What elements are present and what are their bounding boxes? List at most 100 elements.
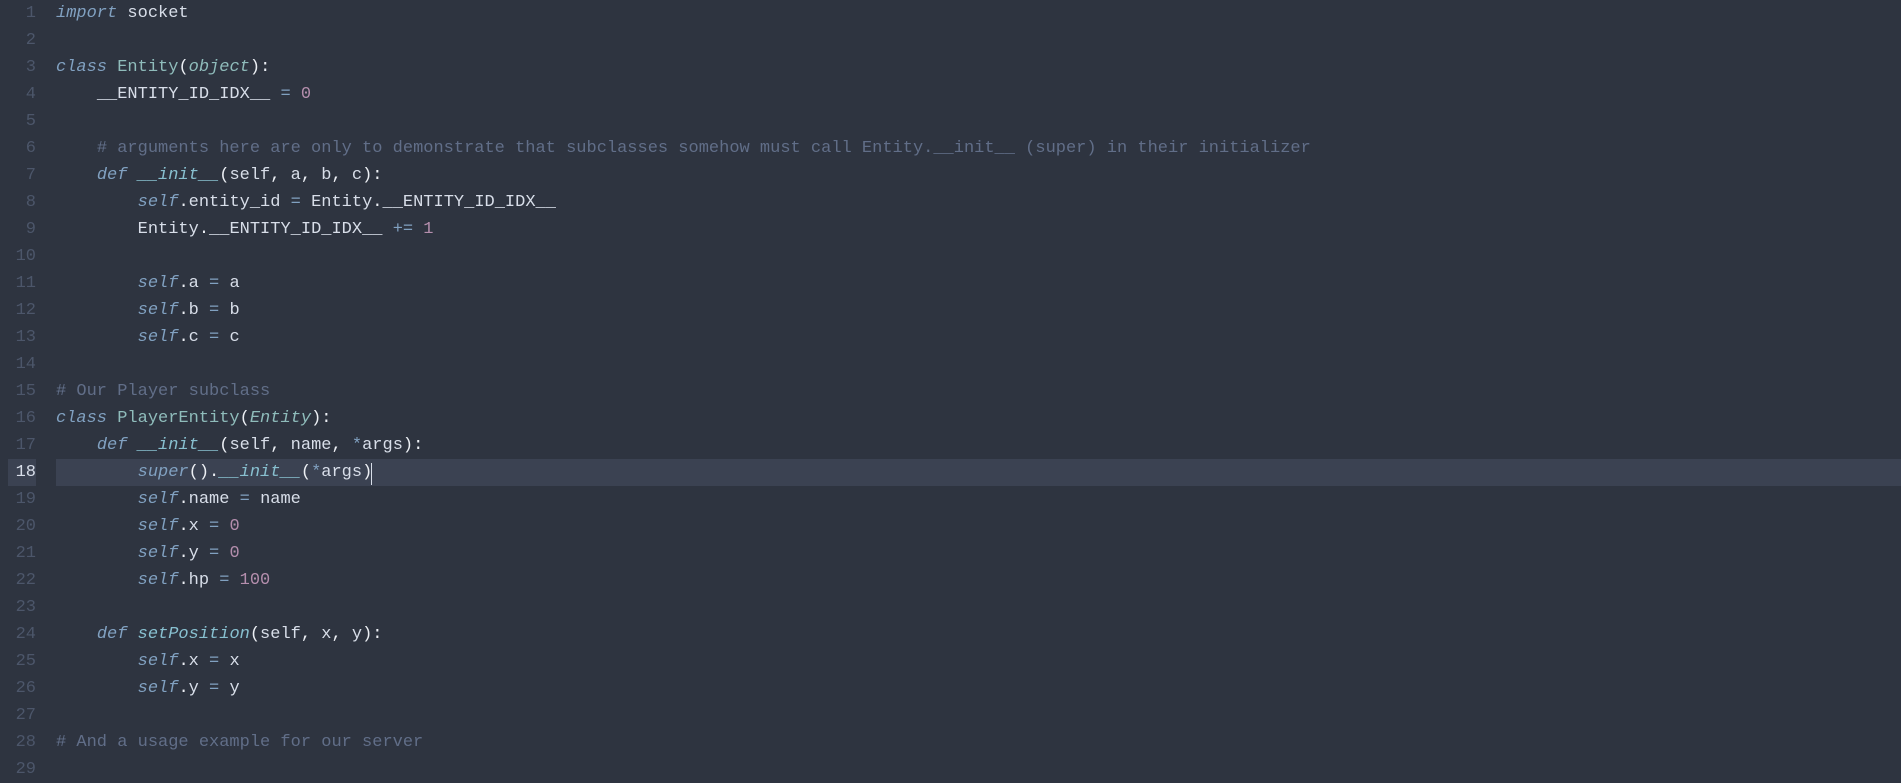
code-token: 0 xyxy=(229,517,239,536)
code-token: socket xyxy=(127,4,188,23)
code-token xyxy=(199,274,209,293)
code-line[interactable]: # Our Player subclass xyxy=(56,378,1901,405)
code-line[interactable] xyxy=(56,702,1901,729)
code-line[interactable]: self.c = c xyxy=(56,324,1901,351)
code-line[interactable]: self.name = name xyxy=(56,486,1901,513)
code-token xyxy=(342,436,352,455)
code-line[interactable]: def __init__(self, a, b, c): xyxy=(56,162,1901,189)
text-cursor xyxy=(371,463,372,485)
code-token: __ENTITY_ID_IDX__ xyxy=(97,85,270,104)
code-line[interactable]: Entity.__ENTITY_ID_IDX__ += 1 xyxy=(56,216,1901,243)
code-token xyxy=(219,328,229,347)
code-line[interactable]: # arguments here are only to demonstrate… xyxy=(56,135,1901,162)
code-token: ( xyxy=(240,409,250,428)
code-token: y xyxy=(352,625,362,644)
code-line[interactable] xyxy=(56,594,1901,621)
line-number: 24 xyxy=(8,621,36,648)
code-line[interactable]: self.a = a xyxy=(56,270,1901,297)
code-token: ( xyxy=(301,463,311,482)
code-token xyxy=(56,652,138,671)
code-token xyxy=(270,85,280,104)
code-line[interactable]: def setPosition(self, x, y): xyxy=(56,621,1901,648)
code-line[interactable]: class PlayerEntity(Entity): xyxy=(56,405,1901,432)
code-token: , xyxy=(331,166,341,185)
code-token xyxy=(199,679,209,698)
code-line[interactable]: __ENTITY_ID_IDX__ = 0 xyxy=(56,81,1901,108)
code-token: self xyxy=(229,436,270,455)
code-token: . xyxy=(178,328,188,347)
code-line[interactable] xyxy=(56,351,1901,378)
code-line[interactable]: class Entity(object): xyxy=(56,54,1901,81)
line-number: 12 xyxy=(8,297,36,324)
code-token: x xyxy=(229,652,239,671)
code-token: Entity xyxy=(117,58,178,77)
code-token xyxy=(56,85,97,104)
code-token xyxy=(56,436,97,455)
line-number: 3 xyxy=(8,54,36,81)
code-line[interactable] xyxy=(56,108,1901,135)
code-token: = xyxy=(209,517,219,536)
code-token: ( xyxy=(219,436,229,455)
code-token xyxy=(127,436,137,455)
code-token: b xyxy=(189,301,199,320)
line-number: 26 xyxy=(8,675,36,702)
code-token: def xyxy=(97,436,128,455)
code-token: , xyxy=(301,625,311,644)
code-token: c xyxy=(189,328,199,347)
code-area[interactable]: import socket class Entity(object): __ENT… xyxy=(48,0,1901,776)
line-number: 25 xyxy=(8,648,36,675)
line-number: 29 xyxy=(8,756,36,783)
code-line[interactable]: self.hp = 100 xyxy=(56,567,1901,594)
code-token: # And a usage example for our server xyxy=(56,733,423,752)
code-line[interactable]: import socket xyxy=(56,0,1901,27)
code-line[interactable]: # And a usage example for our server xyxy=(56,729,1901,756)
code-token: a xyxy=(229,274,239,293)
code-token xyxy=(291,85,301,104)
code-line[interactable]: self.y = y xyxy=(56,675,1901,702)
code-token: hp xyxy=(189,571,209,590)
code-token: __init__ xyxy=(138,166,220,185)
code-token xyxy=(342,625,352,644)
code-line[interactable] xyxy=(56,243,1901,270)
line-number: 5 xyxy=(8,108,36,135)
code-token xyxy=(56,625,97,644)
line-number: 1 xyxy=(8,0,36,27)
code-token: ) xyxy=(362,625,372,644)
code-token: = xyxy=(209,544,219,563)
code-token: b xyxy=(229,301,239,320)
code-token xyxy=(342,166,352,185)
code-token: = xyxy=(291,193,301,212)
code-line[interactable]: self.x = 0 xyxy=(56,513,1901,540)
code-token: Entity xyxy=(250,409,311,428)
line-number: 14 xyxy=(8,351,36,378)
code-token xyxy=(219,301,229,320)
line-number: 23 xyxy=(8,594,36,621)
code-token: self xyxy=(138,301,179,320)
code-token: = xyxy=(209,301,219,320)
line-number: 15 xyxy=(8,378,36,405)
code-token xyxy=(229,490,239,509)
code-token xyxy=(199,652,209,671)
code-token: = xyxy=(280,85,290,104)
code-line[interactable]: super().__init__(*args) xyxy=(56,459,1901,486)
code-line[interactable]: self.entity_id = Entity.__ENTITY_ID_IDX_… xyxy=(56,189,1901,216)
line-number: 9 xyxy=(8,216,36,243)
code-line[interactable]: self.b = b xyxy=(56,297,1901,324)
code-token xyxy=(209,571,219,590)
code-token: self xyxy=(138,193,179,212)
code-token: a xyxy=(291,166,301,185)
code-line[interactable]: def __init__(self, name, *args): xyxy=(56,432,1901,459)
code-line[interactable]: self.x = x xyxy=(56,648,1901,675)
code-editor[interactable]: 1234567891011121314151617181920212223242… xyxy=(0,0,1901,776)
code-token xyxy=(56,679,138,698)
line-number: 11 xyxy=(8,270,36,297)
code-token xyxy=(117,4,127,23)
code-line[interactable] xyxy=(56,756,1901,783)
code-token xyxy=(311,625,321,644)
code-token xyxy=(56,544,138,563)
code-line[interactable]: self.y = 0 xyxy=(56,540,1901,567)
code-token: : xyxy=(413,436,423,455)
code-token: args xyxy=(362,436,403,455)
line-number: 22 xyxy=(8,567,36,594)
code-line[interactable] xyxy=(56,27,1901,54)
